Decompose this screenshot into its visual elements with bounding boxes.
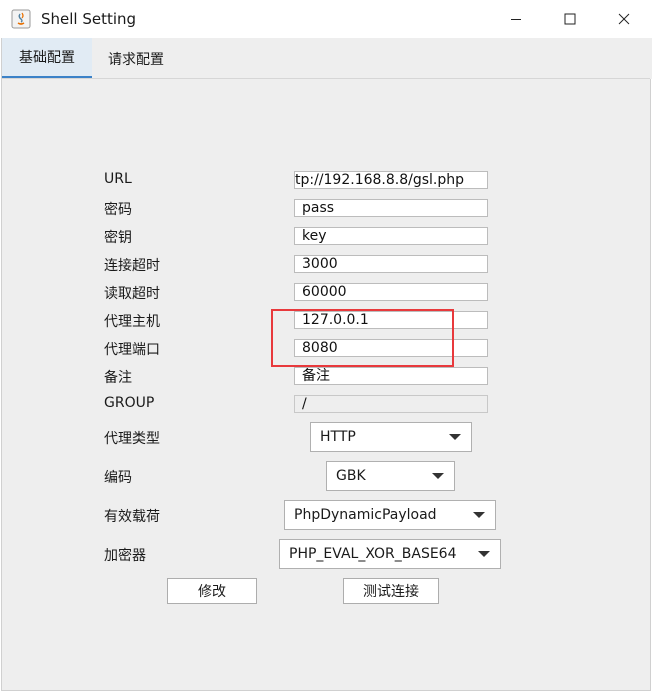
remark-field[interactable]: 备注 (294, 367, 488, 385)
read-timeout-label: 读取超时 (104, 286, 160, 302)
conn-timeout-field[interactable]: 3000 (294, 255, 488, 273)
maximize-icon (564, 13, 576, 25)
payload-select[interactable]: PhpDynamicPayload (284, 500, 496, 530)
tab-basic-config[interactable]: 基础配置 (2, 38, 92, 79)
proxy-type-value: HTTP (320, 429, 356, 445)
read-timeout-field[interactable]: 60000 (294, 283, 488, 301)
modify-button[interactable]: 修改 (167, 578, 257, 604)
conn-timeout-label: 连接超时 (104, 258, 160, 274)
password-field[interactable]: pass (294, 199, 488, 217)
chevron-down-icon (449, 434, 461, 440)
password-label: 密码 (104, 202, 132, 218)
encoding-label: 编码 (104, 470, 132, 486)
test-connection-button[interactable]: 测试连接 (343, 578, 439, 604)
remark-label: 备注 (104, 370, 132, 386)
key-label: 密钥 (104, 230, 132, 246)
chevron-down-icon (473, 512, 485, 518)
cryption-select[interactable]: PHP_EVAL_XOR_BASE64 (279, 539, 501, 569)
title-bar: Shell Setting (0, 0, 653, 38)
proxy-port-label: 代理端口 (104, 342, 160, 358)
payload-value: PhpDynamicPayload (294, 507, 437, 523)
proxy-host-label: 代理主机 (104, 314, 160, 330)
highlight-box (271, 309, 454, 367)
window-title: Shell Setting (41, 10, 137, 28)
url-label: URL (104, 171, 132, 187)
tab-divider (2, 78, 650, 79)
chevron-down-icon (432, 473, 444, 479)
key-field[interactable]: key (294, 227, 488, 245)
encoding-select[interactable]: GBK (326, 461, 455, 491)
encoding-value: GBK (336, 468, 366, 484)
proxy-type-label: 代理类型 (104, 431, 160, 447)
minimize-icon (511, 19, 521, 20)
url-field[interactable]: tp://192.168.8.8/gsl.php (294, 171, 488, 189)
minimize-button[interactable] (489, 0, 543, 38)
tab-request-config[interactable]: 请求配置 (92, 38, 180, 79)
close-button[interactable] (597, 0, 651, 38)
proxy-type-select[interactable]: HTTP (310, 422, 472, 452)
payload-label: 有效载荷 (104, 509, 160, 525)
close-icon (618, 13, 630, 25)
cryption-label: 加密器 (104, 548, 146, 564)
java-app-icon (11, 9, 31, 29)
maximize-button[interactable] (543, 0, 597, 38)
group-field: / (294, 395, 488, 413)
tab-bar: 基础配置 请求配置 (2, 38, 652, 79)
cryption-value: PHP_EVAL_XOR_BASE64 (289, 546, 457, 562)
group-label: GROUP (104, 395, 155, 411)
chevron-down-icon (478, 551, 490, 557)
